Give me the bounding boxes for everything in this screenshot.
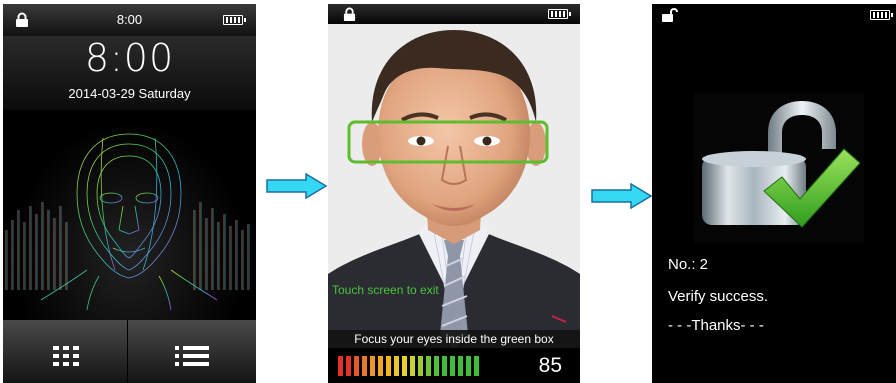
eye-focus-box (347, 120, 549, 164)
battery-icon (548, 9, 571, 19)
status-bar: 8:00 (3, 4, 256, 36)
verify-success-screen: No.: 2 Verify success. - - -Thanks- - - (652, 4, 896, 383)
quality-score: 85 (538, 354, 562, 377)
apps-grid-icon (53, 346, 79, 366)
status-bar (328, 4, 580, 24)
date-label: 2014-03-29 Saturday (68, 86, 191, 101)
lock-icon (343, 7, 356, 21)
menu-button[interactable] (129, 320, 253, 383)
status-bar (652, 4, 896, 26)
verify-result-label: Verify success. (668, 288, 769, 305)
lock-screen: 8:00 8:00 2014-03-29 Saturday (3, 4, 256, 383)
checkmark-icon (763, 148, 861, 228)
apps-button[interactable] (3, 320, 128, 383)
quality-bar: 85 (328, 348, 580, 383)
face-photo (328, 4, 580, 383)
battery-icon (870, 10, 893, 20)
success-graphic (694, 93, 864, 243)
quality-meter (338, 356, 479, 376)
dock (3, 320, 256, 383)
clock-panel: 8:00 2014-03-29 Saturday (3, 36, 256, 110)
big-clock: 8:00 (84, 36, 175, 80)
instruction-banner: Focus your eyes inside the green box (328, 330, 580, 348)
menu-list-icon (175, 346, 209, 366)
face-scan-icon (5, 133, 250, 311)
arrow-right-icon (591, 183, 653, 209)
arrow-right-icon (266, 173, 328, 199)
face-wallpaper (3, 110, 256, 320)
unlock-icon (662, 8, 678, 22)
face-capture-screen: Touch screen to exit Focus your eyes ins… (328, 4, 580, 383)
number-label: No.: 2 (668, 256, 709, 273)
battery-icon (223, 15, 246, 25)
touch-to-exit-label[interactable]: Touch screen to exit (332, 283, 439, 297)
thanks-label: - - -Thanks- - - (668, 317, 764, 334)
status-time: 8:00 (116, 12, 143, 27)
